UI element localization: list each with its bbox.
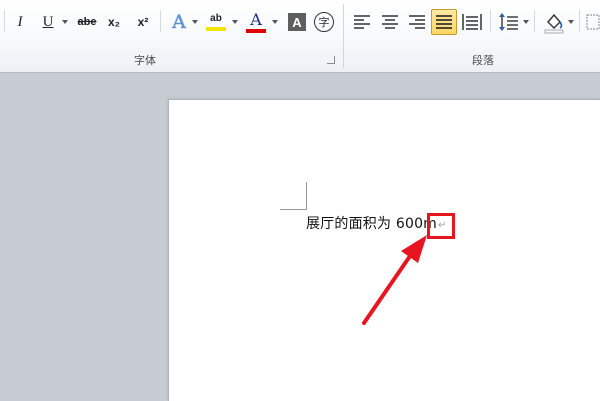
annotation-arrow-icon [362,235,427,325]
